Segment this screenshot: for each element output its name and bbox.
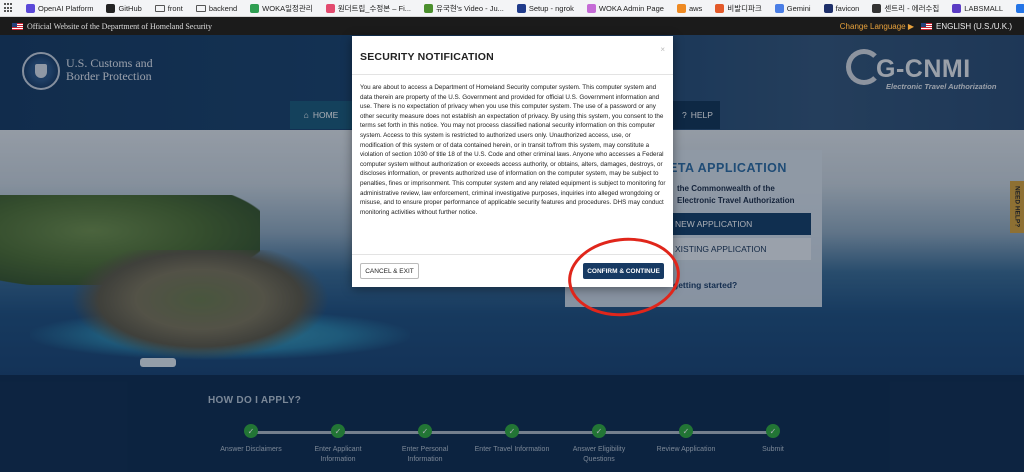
- dialog-title: SECURITY NOTIFICATION: [360, 51, 494, 63]
- language-selector[interactable]: ENGLISH (U.S./U.K.): [920, 21, 1012, 31]
- bookmark-label: 센트리 - 에러수집: [884, 3, 940, 13]
- bookmark-label: 유국현's Video - Ju...: [436, 3, 504, 13]
- bookmark-label: WOKA Admin Page: [598, 3, 664, 13]
- us-flag-icon: [920, 22, 932, 30]
- folder-icon: [154, 4, 165, 12]
- dialog-divider: [352, 74, 673, 75]
- bookmarks-bar: OpenAI Platform GitHub front backend WOKA일정관…: [0, 0, 1024, 17]
- favicon-icon: [715, 3, 725, 13]
- favicon-icon: [774, 3, 784, 13]
- close-icon[interactable]: ×: [660, 45, 665, 54]
- bookmark-label: WOKA일정관리: [262, 3, 313, 13]
- bookmark-label: LABSMALL: [964, 3, 1004, 13]
- bookmark-item[interactable]: backend: [195, 3, 238, 13]
- favicon-icon: [424, 3, 434, 13]
- favicon-icon: [106, 3, 116, 13]
- bookmark-label: front: [167, 3, 183, 13]
- bookmark-item[interactable]: favicon: [823, 3, 860, 13]
- bookmark-label: 비발디파크: [727, 3, 762, 13]
- bookmark-label: aws: [688, 3, 703, 13]
- cancel-exit-button[interactable]: CANCEL & EXIT: [360, 263, 419, 279]
- change-language-link[interactable]: Change Language ▶: [840, 22, 914, 31]
- bookmark-label: favicon: [835, 3, 860, 13]
- favicon-icon: [676, 3, 686, 13]
- dialog-body-text: You are about to access a Department of …: [360, 84, 666, 216]
- bookmark-item[interactable]: GitHub: [106, 3, 142, 13]
- bookmark-list: OpenAI Platform GitHub front backend WOKA일정관…: [26, 3, 1024, 14]
- bookmark-label: GitHub: [118, 3, 142, 13]
- favicon-icon: [325, 3, 335, 13]
- bookmark-item[interactable]: 원더트립_수정본 – Fi...: [325, 3, 412, 14]
- bookmark-label: backend: [208, 3, 238, 13]
- bookmark-item[interactable]: LABSMALL: [952, 3, 1004, 13]
- folder-icon: [195, 4, 206, 12]
- bookmark-item[interactable]: Setup - ngrok: [516, 3, 574, 13]
- official-site-text: Official Website of the Department of Ho…: [27, 21, 213, 31]
- bookmark-item[interactable]: 유국현's Video - Ju...: [424, 3, 504, 14]
- favicon-icon: [823, 3, 833, 13]
- favicon-icon: [516, 3, 526, 13]
- favicon-icon: [586, 3, 596, 13]
- bookmark-item[interactable]: 비발디파크: [715, 3, 762, 14]
- bookmark-label: Gemini: [786, 3, 811, 13]
- us-flag-icon: [12, 22, 23, 30]
- bookmark-item[interactable]: WOKA Admin Page: [586, 3, 664, 13]
- favicon-icon: [250, 3, 260, 13]
- favicon-icon: [872, 3, 882, 13]
- gov-banner: Official Website of the Department of Ho…: [0, 17, 1024, 35]
- favicon-icon: [1016, 3, 1024, 13]
- language-label: ENGLISH (U.S./U.K.): [935, 21, 1012, 31]
- bookmark-label: 원더트립_수정본 – Fi...: [337, 3, 412, 13]
- apps-grid-icon[interactable]: [4, 3, 12, 13]
- bookmark-item[interactable]: front: [154, 3, 183, 13]
- bookmark-label: Setup - ngrok: [528, 3, 574, 13]
- favicon-icon: [26, 3, 35, 13]
- bookmark-item[interactable]: WOKA일정관리: [250, 3, 313, 14]
- bookmark-label: OpenAI Platform: [38, 3, 94, 13]
- favicon-icon: [952, 3, 962, 13]
- bookmark-item[interactable]: OpenAI Platform: [26, 3, 94, 13]
- bookmark-item[interactable]: Gemini: [774, 3, 811, 13]
- bookmark-item[interactable]: aws: [676, 3, 703, 13]
- bookmark-item[interactable]: jira: [1016, 3, 1024, 13]
- bookmark-item[interactable]: 센트리 - 에러수집: [872, 3, 939, 14]
